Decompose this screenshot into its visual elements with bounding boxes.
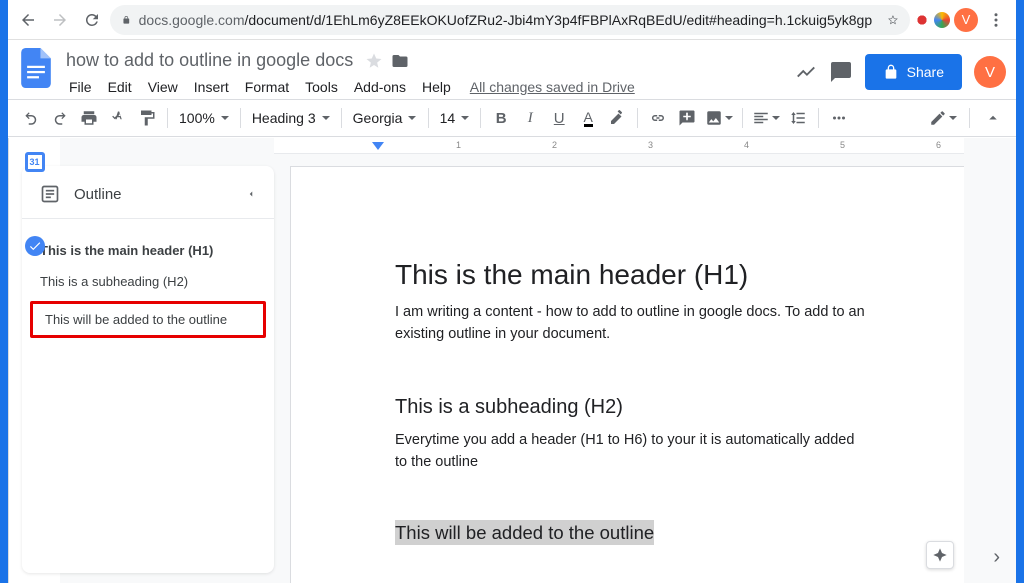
outline-title: Outline xyxy=(74,186,232,203)
activity-icon[interactable] xyxy=(795,61,817,83)
outline-item[interactable]: This is the main header (H1) xyxy=(22,235,274,266)
menu-tools[interactable]: Tools xyxy=(298,75,345,99)
show-side-panel-button[interactable]: › xyxy=(993,546,1000,569)
align-button[interactable] xyxy=(750,105,782,131)
lock-icon xyxy=(883,64,899,80)
paint-format-button[interactable] xyxy=(134,105,160,131)
menu-edit[interactable]: Edit xyxy=(101,75,139,99)
share-label: Share xyxy=(907,64,944,80)
lock-icon xyxy=(122,13,131,27)
explore-button[interactable] xyxy=(926,541,954,569)
address-bar[interactable]: docs.google.com/document/d/1EhLm6yZ8EEkO… xyxy=(110,5,910,35)
doc-paragraph[interactable]: Everytime you add a header (H1 to H6) to… xyxy=(395,429,865,474)
redo-button[interactable] xyxy=(47,105,73,131)
outline-icon xyxy=(40,184,60,204)
underline-button[interactable]: U xyxy=(546,105,572,131)
doc-paragraph[interactable]: I am writing a content - how to add to o… xyxy=(395,301,865,346)
star-icon[interactable] xyxy=(888,12,898,28)
extension-icon-2[interactable] xyxy=(934,12,950,28)
doc-selected-text[interactable]: This will be added to the outline xyxy=(395,520,654,545)
menu-addons[interactable]: Add-ons xyxy=(347,75,413,99)
more-button[interactable] xyxy=(826,105,852,131)
ruler-mark: 4 xyxy=(744,140,749,150)
share-button[interactable]: Share xyxy=(865,54,962,90)
docs-logo[interactable] xyxy=(16,48,56,88)
collapse-outline-icon[interactable] xyxy=(246,189,256,199)
ruler-mark: 1 xyxy=(456,140,461,150)
editing-mode-button[interactable] xyxy=(927,105,959,131)
line-spacing-button[interactable] xyxy=(785,105,811,131)
extension-icon-1[interactable] xyxy=(914,12,930,28)
reload-button[interactable] xyxy=(78,6,106,34)
indent-marker-icon[interactable] xyxy=(372,142,384,152)
menu-view[interactable]: View xyxy=(141,75,185,99)
bold-button[interactable]: B xyxy=(488,105,514,131)
docs-avatar[interactable]: V xyxy=(974,56,1006,88)
collapse-toolbar-button[interactable] xyxy=(980,105,1006,131)
font-select[interactable]: Georgia xyxy=(349,110,421,126)
text-color-button[interactable]: A xyxy=(575,105,601,131)
doc-h1[interactable]: This is the main header (H1) xyxy=(395,259,865,291)
fontsize-select[interactable]: 14 xyxy=(436,110,474,126)
menu-insert[interactable]: Insert xyxy=(187,75,236,99)
browser-profile-avatar[interactable]: V xyxy=(954,8,978,32)
browser-toolbar: docs.google.com/document/d/1EhLm6yZ8EEkO… xyxy=(8,0,1016,40)
document-page[interactable]: This is the main header (H1) I am writin… xyxy=(290,166,964,583)
print-button[interactable] xyxy=(76,105,102,131)
ruler-mark: 6 xyxy=(936,140,941,150)
outline-item-highlighted[interactable]: This will be added to the outline xyxy=(30,301,266,338)
link-button[interactable] xyxy=(645,105,671,131)
italic-button[interactable]: I xyxy=(517,105,543,131)
calendar-icon[interactable]: 31 xyxy=(25,152,45,172)
workspace: 1 2 3 4 5 6 Outline This is the main hea… xyxy=(8,138,1016,583)
outline-item[interactable]: This is a subheading (H2) xyxy=(22,266,274,297)
browser-menu-button[interactable] xyxy=(982,6,1010,34)
ruler[interactable]: 1 2 3 4 5 6 xyxy=(274,138,964,154)
highlight-button[interactable] xyxy=(604,105,630,131)
outline-list: This is the main header (H1) This is a s… xyxy=(22,219,274,338)
ruler-mark: 3 xyxy=(648,140,653,150)
image-button[interactable] xyxy=(703,105,735,131)
save-status[interactable]: All changes saved in Drive xyxy=(470,79,635,95)
comment-button[interactable] xyxy=(674,105,700,131)
comments-icon[interactable] xyxy=(829,60,853,84)
outline-panel: Outline This is the main header (H1) Thi… xyxy=(22,166,274,573)
tasks-icon[interactable] xyxy=(25,236,45,256)
spellcheck-button[interactable] xyxy=(105,105,131,131)
menu-help[interactable]: Help xyxy=(415,75,458,99)
menu-format[interactable]: Format xyxy=(238,75,296,99)
menu-file[interactable]: File xyxy=(62,75,99,99)
undo-button[interactable] xyxy=(18,105,44,131)
ruler-mark: 2 xyxy=(552,140,557,150)
back-button[interactable] xyxy=(14,6,42,34)
zoom-select[interactable]: 100% xyxy=(175,110,233,126)
ruler-mark: 5 xyxy=(840,140,845,150)
star-doc-icon[interactable] xyxy=(365,52,383,70)
url-text: docs.google.com/document/d/1EhLm6yZ8EEkO… xyxy=(139,12,872,28)
document-scroll[interactable]: This is the main header (H1) I am writin… xyxy=(274,154,964,583)
docs-header: how to add to outline in google docs Fil… xyxy=(8,40,1016,99)
menu-bar: File Edit View Insert Format Tools Add-o… xyxy=(62,75,795,99)
doc-h2[interactable]: This is a subheading (H2) xyxy=(395,396,865,419)
format-toolbar: 100% Heading 3 Georgia 14 B I U A xyxy=(8,99,1016,137)
style-select[interactable]: Heading 3 xyxy=(248,110,334,126)
move-folder-icon[interactable] xyxy=(391,52,409,70)
doc-title[interactable]: how to add to outline in google docs xyxy=(62,48,357,73)
forward-button[interactable] xyxy=(46,6,74,34)
